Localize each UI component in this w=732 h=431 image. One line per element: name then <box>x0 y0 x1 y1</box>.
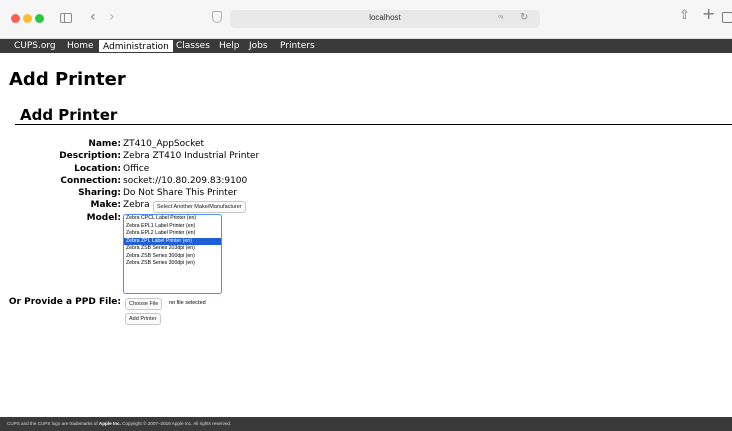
footer-brand: Apple Inc. <box>98 421 121 426</box>
model-option[interactable]: Zebra ZSB Series 300dpi (en) <box>124 260 221 268</box>
model-option[interactable]: Zebra ZSB Series 203dpi (en) <box>124 245 221 253</box>
zoom-window-button[interactable] <box>35 14 44 23</box>
nav-administration[interactable]: Administration <box>98 39 174 53</box>
nav-jobs[interactable]: Jobs <box>245 39 272 53</box>
make-label: Make: <box>90 200 121 210</box>
model-option-selected[interactable]: Zebra ZPL Label Printer (en) <box>124 237 221 245</box>
back-arrow-icon[interactable]: ‹ <box>90 10 96 24</box>
address-bar[interactable]: localhost ⁰ᵃ ↻ <box>230 10 540 28</box>
footer-text-before: CUPS and the CUPS logo are trademarks of <box>7 421 99 426</box>
location-label: Location: <box>74 164 121 174</box>
new-tab-icon[interactable]: + <box>702 6 715 22</box>
reload-icon[interactable]: ↻ <box>520 12 528 23</box>
name-value: ZT410_AppSocket <box>123 139 205 149</box>
sharing-value: Do Not Share This Printer <box>123 188 237 198</box>
footer-text-after: Copyright © 2007–2019 Apple Inc. All rig… <box>120 421 232 426</box>
footer-text: CUPS and the CUPS logo are trademarks of… <box>7 421 231 426</box>
model-label: Model: <box>86 213 121 223</box>
add-printer-button[interactable]: Add Printer <box>125 313 161 325</box>
sharing-label: Sharing: <box>78 188 121 198</box>
sidebar-icon[interactable] <box>60 13 72 23</box>
file-status-text: no file selected <box>169 300 206 306</box>
close-window-button[interactable] <box>11 14 20 23</box>
translate-icon[interactable]: ⁰ᵃ <box>498 14 503 22</box>
model-option[interactable]: Zebra EPL2 Label Printer (en) <box>124 230 221 238</box>
model-option[interactable]: Zebra CPCL Label Printer (en) <box>124 215 221 223</box>
choose-file-button[interactable]: Choose File <box>125 298 163 310</box>
location-value: Office <box>123 164 150 174</box>
share-icon[interactable]: ⇧ <box>679 9 690 22</box>
select-make-button[interactable]: Select Another Make/Manufacturer <box>153 201 246 213</box>
url-text: localhost <box>369 13 401 22</box>
nav-help[interactable]: Help <box>215 39 244 53</box>
nav-classes[interactable]: Classes <box>172 39 214 53</box>
model-option[interactable]: Zebra EPL1 Label Printer (en) <box>124 223 221 231</box>
minimize-window-button[interactable] <box>23 14 32 23</box>
ppd-file-label: Or Provide a PPD File: <box>8 297 121 307</box>
browser-toolbar: ‹ › localhost ⁰ᵃ ↻ ⇧ + <box>0 0 732 39</box>
page-title: Add Printer <box>9 69 126 90</box>
connection-label: Connection: <box>60 176 121 186</box>
nav-home[interactable]: Home <box>63 39 98 53</box>
nav-printers[interactable]: Printers <box>276 39 319 53</box>
model-select-list[interactable]: Zebra CPCL Label Printer (en) Zebra EPL1… <box>123 214 222 294</box>
description-value: Zebra ZT410 Industrial Printer <box>123 151 260 161</box>
connection-value: socket://10.80.209.83:9100 <box>123 176 248 186</box>
make-value: Zebra <box>123 200 150 210</box>
privacy-shield-icon[interactable] <box>212 11 222 23</box>
section-title: Add Printer <box>20 106 118 124</box>
page-footer: CUPS and the CUPS logo are trademarks of… <box>0 417 732 431</box>
description-label: Description: <box>59 151 121 161</box>
name-label: Name: <box>88 139 121 149</box>
model-option[interactable]: Zebra ZSB Series 300dpi (en) <box>124 253 221 261</box>
tab-overview-icon[interactable] <box>722 12 732 23</box>
cups-navbar: CUPS.org Home Administration Classes Hel… <box>0 39 732 53</box>
section-divider <box>15 124 732 125</box>
nav-cups-org[interactable]: CUPS.org <box>10 39 60 53</box>
forward-arrow-icon[interactable]: › <box>109 10 115 24</box>
